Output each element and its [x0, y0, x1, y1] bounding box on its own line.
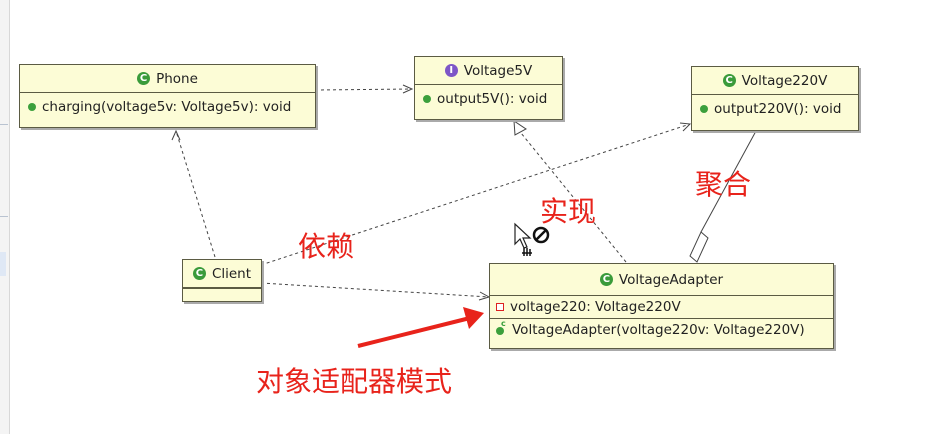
class-badge-icon: C: [722, 74, 736, 87]
method-row: output5V(): void: [423, 88, 554, 110]
field-row: voltage220: Voltage220V: [496, 296, 827, 318]
class-name: Client: [211, 265, 252, 282]
adapter-header: C VoltageAdapter: [490, 264, 833, 296]
adapter-methods: c VoltageAdapter(voltage220v: Voltage220…: [490, 319, 833, 341]
voltage5v-methods: output5V(): void: [415, 85, 562, 110]
aggregation-annotation: 聚合: [695, 168, 752, 201]
method-signature: charging(voltage5v: Voltage5v): void: [42, 99, 292, 115]
drag-cursor-icon: [514, 222, 550, 256]
client-header: C Client: [183, 260, 261, 288]
voltage5v-header: I Voltage5V: [415, 57, 562, 85]
phone-voltage5v-dependency: [314, 84, 414, 94]
adapter-fields: voltage220: Voltage220V: [490, 296, 833, 319]
pattern-annotation: 对象适配器模式: [256, 365, 453, 398]
method-signature: VoltageAdapter(voltage220v: Voltage220V): [512, 322, 805, 338]
class-name: Voltage220V: [741, 72, 828, 89]
class-badge-icon: C: [137, 72, 151, 85]
client-adapter-dependency: [260, 282, 491, 301]
client-class[interactable]: C Client: [182, 259, 262, 302]
dependency-annotation: 依赖: [298, 230, 355, 263]
constructor-icon: c: [496, 319, 506, 335]
private-field-icon: [496, 303, 504, 311]
phone-class[interactable]: C Phone charging(voltage5v: Voltage5v): …: [19, 64, 316, 128]
voltage220v-methods: output220V(): void: [692, 95, 858, 120]
voltage-adapter-class[interactable]: C VoltageAdapter voltage220: Voltage220V…: [489, 263, 834, 349]
class-name: VoltageAdapter: [618, 271, 724, 288]
method-signature: output5V(): void: [437, 91, 548, 107]
voltage5v-interface[interactable]: I Voltage5V output5V(): void: [414, 56, 563, 120]
phone-methods: charging(voltage5v: Voltage5v): void: [20, 93, 315, 118]
method-row: output220V(): void: [700, 98, 850, 120]
interface-name: Voltage5V: [463, 62, 533, 79]
no-drop-icon: [532, 226, 550, 244]
client-phone-dependency: [171, 129, 216, 258]
client-empty-compartment: [183, 288, 261, 295]
public-method-icon: [423, 95, 431, 103]
interface-badge-icon: I: [444, 64, 458, 77]
public-method-icon: [700, 105, 708, 113]
class-name: Phone: [156, 70, 198, 87]
method-row: c VoltageAdapter(voltage220v: Voltage220…: [496, 319, 827, 341]
voltage220v-class[interactable]: C Voltage220V output220V(): void: [691, 66, 859, 131]
class-badge-icon: C: [599, 273, 613, 286]
field-signature: voltage220: Voltage220V: [510, 299, 681, 315]
class-badge-icon: C: [192, 267, 206, 280]
method-signature: output220V(): void: [714, 101, 842, 117]
drag-cursor: [512, 222, 554, 268]
pattern-arrow: [357, 307, 484, 348]
voltage220v-header: C Voltage220V: [692, 67, 858, 95]
method-row: charging(voltage5v: Voltage5v): void: [28, 96, 307, 118]
public-method-icon: [28, 103, 36, 111]
phone-class-header: C Phone: [20, 65, 315, 93]
